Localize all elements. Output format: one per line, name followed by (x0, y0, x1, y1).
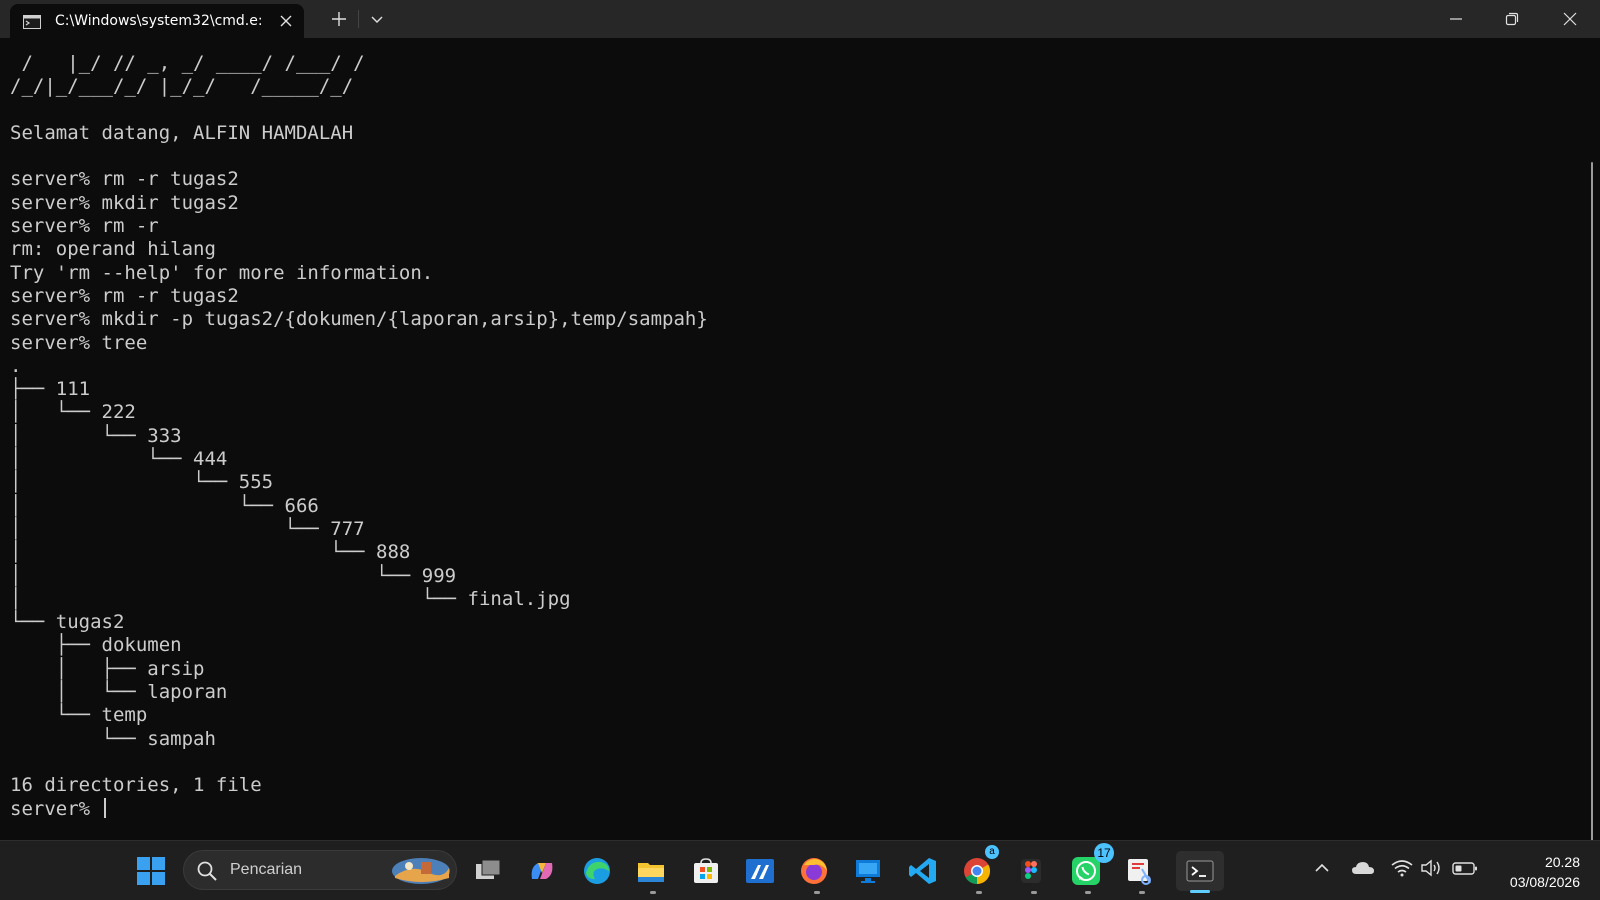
running-indicator (650, 891, 656, 894)
search-input[interactable]: Pencarian (183, 850, 457, 890)
app-icon[interactable] (740, 851, 780, 891)
terminal-output[interactable]: / |_/ // _, _/ ____/ /___/ //_/|_/___/_/… (0, 38, 1600, 854)
clock-date: 03/08/2026 (1509, 874, 1580, 890)
notification-badge: 17 (1094, 843, 1114, 863)
terminal-text: / |_/ // _, _/ ____/ /___/ //_/|_/___/_/… (10, 52, 708, 821)
terminal-line: server% mkdir -p tugas2/{dokumen/{lapora… (10, 308, 708, 331)
onedrive-icon[interactable] (1351, 859, 1375, 881)
clock-time: 20.28 (1544, 854, 1580, 870)
snipping-tool-icon[interactable] (1120, 851, 1160, 891)
terminal-line: │ └── 666 (10, 494, 319, 517)
terminal-line: ├── 111 (10, 378, 91, 401)
running-indicator (976, 891, 982, 894)
terminal-line: │ └── laporan (10, 681, 228, 704)
terminal-line: Selamat datang, ALFIN HAMDALAH (10, 121, 354, 144)
chevron-down-icon[interactable] (368, 8, 386, 30)
terminal-tab[interactable]: C:\Windows\system32\cmd.e: (10, 4, 304, 38)
terminal-line: │ └── 333 (10, 424, 182, 447)
close-icon (1563, 12, 1577, 26)
terminal-line: │ └── final.jpg (10, 587, 571, 610)
terminal-line: │ └── 999 (10, 564, 457, 587)
terminal-line: └── tugas2 (10, 611, 125, 634)
new-tab-button[interactable] (328, 8, 350, 30)
figma-icon[interactable] (1011, 851, 1051, 891)
search-placeholder: Pencarian (230, 861, 303, 878)
maximize-button[interactable] (1484, 0, 1540, 38)
start-icon[interactable] (131, 851, 171, 891)
terminal-line: │ └── 555 (10, 471, 274, 494)
terminal-line: 16 directories, 1 file (10, 774, 262, 797)
terminal-line: │ └── 888 (10, 541, 411, 564)
restore-icon (1505, 12, 1519, 26)
chevron-up-icon[interactable] (1313, 859, 1331, 881)
vscode-icon[interactable] (903, 851, 943, 891)
chrome-badge: a (985, 845, 999, 859)
microsoft-store-icon[interactable] (686, 851, 726, 891)
scrollbar[interactable] (1591, 162, 1593, 854)
terminal-line: rm: operand hilang (10, 238, 216, 261)
terminal-line: Try 'rm --help' for more information. (10, 261, 434, 284)
text-cursor (103, 797, 106, 818)
minimize-button[interactable] (1428, 0, 1484, 38)
terminal-line: server% rm -r tugas2 (10, 284, 239, 307)
edge-icon[interactable] (577, 851, 617, 891)
tab-separator (358, 10, 359, 28)
terminal-line: server% mkdir tugas2 (10, 191, 239, 214)
file-explorer-icon[interactable] (631, 851, 671, 891)
running-indicator (814, 891, 820, 894)
volume-icon[interactable] (1420, 859, 1442, 881)
firefox-icon[interactable] (794, 851, 834, 891)
close-tab-icon[interactable] (276, 11, 296, 31)
terminal-line: server% rm -r (10, 215, 159, 238)
terminal-line: server% tree (10, 331, 148, 354)
terminal-line: └── sampah (10, 727, 216, 750)
running-indicator (1139, 891, 1145, 894)
close-window-button[interactable] (1542, 0, 1598, 38)
terminal-line: . (10, 354, 22, 377)
running-indicator (1031, 891, 1037, 894)
terminal-line: server% rm -r tugas2 (10, 168, 239, 191)
terminal-line: │ └── 777 (10, 517, 365, 540)
search-highlight-icon (391, 856, 451, 890)
terminal-icon (23, 14, 41, 29)
copilot-icon[interactable] (522, 851, 562, 891)
running-indicator (1085, 891, 1091, 894)
terminal-line: │ ├── arsip (10, 657, 205, 680)
terminal-line: ├── dokumen (10, 634, 182, 657)
task-view-icon[interactable] (468, 851, 508, 891)
minimize-icon (1450, 18, 1462, 20)
battery-icon[interactable] (1452, 859, 1478, 881)
active-indicator (1190, 890, 1210, 893)
title-bar: C:\Windows\system32\cmd.e: (0, 0, 1600, 38)
search-icon (196, 860, 218, 886)
tab-title: C:\Windows\system32\cmd.e: (55, 13, 263, 29)
terminal-line: └── temp (10, 704, 148, 727)
terminal-line: /_/|_/___/_/ |_/_/ /_____/_/ (10, 75, 354, 98)
prompt-line[interactable]: server% (10, 797, 708, 821)
prompt-text: server% (10, 797, 102, 820)
terminal-icon[interactable] (1176, 851, 1224, 891)
remote-desktop-icon[interactable] (848, 851, 888, 891)
taskbar: Pencarian a 17 20.28 03/08/2026 (0, 840, 1600, 900)
clock[interactable]: 20.28 03/08/2026 (1480, 852, 1580, 892)
terminal-line: │ └── 222 (10, 401, 136, 424)
terminal-line: │ └── 444 (10, 448, 228, 471)
terminal-line: / |_/ // _, _/ ____/ /___/ / (10, 52, 365, 74)
wifi-icon[interactable] (1391, 859, 1413, 881)
